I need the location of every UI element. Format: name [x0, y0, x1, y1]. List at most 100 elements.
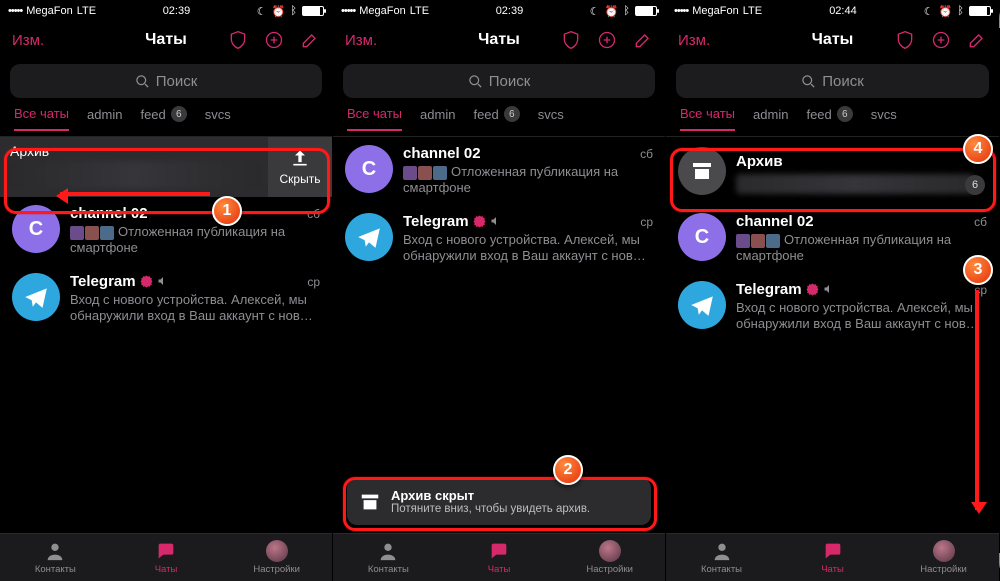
settings-avatar — [933, 540, 955, 562]
search-input[interactable]: Поиск — [10, 64, 322, 98]
folder-tabs: Все чаты admin feed6 svcs — [666, 106, 999, 137]
tutorial-canvas: ••••• MegaFon LTE 02:39 ☾ ⏰ ᛒ Изм. Чаты — [0, 0, 1000, 581]
chat-item-telegram[interactable]: Telegram ср Вход с нового устройства. Ал… — [666, 273, 999, 341]
shield-icon[interactable] — [228, 30, 248, 50]
step-badge-3: 3 — [963, 255, 993, 285]
signal-icon: ••••• — [8, 5, 22, 17]
archive-avatar — [678, 147, 726, 195]
search-icon — [468, 74, 483, 89]
signal-icon: ••••• — [674, 5, 688, 17]
status-bar: ••••• MegaFon LTE 02:39 ☾ ⏰ ᛒ — [0, 0, 332, 20]
chat-list: C channel 02 сб Отложенная публикация на… — [0, 197, 332, 332]
battery-icon — [969, 6, 991, 16]
compose-icon[interactable] — [633, 30, 653, 50]
avatar: C — [12, 205, 60, 253]
toast-subtitle: Потяните вниз, чтобы увидеть архив. — [391, 503, 590, 515]
contacts-icon — [44, 540, 66, 562]
chat-time: ср — [307, 275, 320, 289]
hide-archive-button[interactable]: Скрыть — [268, 137, 332, 197]
contacts-icon — [711, 540, 733, 562]
page-title: Чаты — [478, 31, 520, 49]
clock: 02:39 — [163, 5, 191, 17]
tab-contacts[interactable]: Контакты — [0, 534, 111, 581]
archive-row[interactable]: Архив 6 — [666, 137, 999, 205]
battery-icon — [302, 6, 324, 16]
tab-chats[interactable]: Чаты — [777, 534, 888, 581]
dnd-icon: ☾ — [257, 5, 267, 18]
mute-icon — [490, 215, 502, 227]
chats-icon — [155, 540, 177, 562]
unread-badge: 6 — [965, 175, 985, 195]
new-channel-icon[interactable] — [264, 30, 284, 50]
chat-list: C channel 02 сб Отложенная публикация на… — [666, 205, 999, 340]
avatar — [12, 273, 60, 321]
hide-icon — [290, 148, 310, 168]
edit-button[interactable]: Изм. — [345, 32, 377, 49]
carrier-label: MegaFon — [26, 5, 72, 17]
search-icon — [801, 74, 816, 89]
avatar — [678, 281, 726, 329]
bottom-tab-bar: Контакты Чаты Настройки — [0, 533, 332, 581]
tab-contacts[interactable]: Контакты — [666, 534, 777, 581]
tab-settings[interactable]: Настройки — [554, 534, 665, 581]
chat-preview: Отложенная публикация на смартфоне — [70, 224, 320, 257]
tab-svcs[interactable]: svcs — [205, 107, 231, 130]
shield-icon[interactable] — [895, 30, 915, 50]
compose-icon[interactable] — [967, 30, 987, 50]
tab-settings[interactable]: Настройки — [221, 534, 332, 581]
contacts-icon — [377, 540, 399, 562]
tab-chats[interactable]: Чаты — [111, 534, 222, 581]
archive-hidden-toast[interactable]: Архив скрыт Потяните вниз, чтобы увидеть… — [347, 478, 651, 525]
chat-name: Telegram — [70, 273, 169, 290]
tab-contacts[interactable]: Контакты — [333, 534, 444, 581]
tab-chats[interactable]: Чаты — [444, 534, 555, 581]
tab-feed[interactable]: feed6 — [140, 106, 186, 130]
nav-bar: Изм. Чаты — [0, 20, 332, 60]
step-badge-1: 1 — [212, 196, 242, 226]
compose-icon[interactable] — [300, 30, 320, 50]
edit-button[interactable]: Изм. — [678, 32, 710, 49]
search-input[interactable]: Поиск — [676, 64, 989, 98]
phone-screen-2: ••••• MegaFon LTE 02:39 ☾⏰ᛒ Изм. Чаты По… — [333, 0, 666, 581]
new-channel-icon[interactable] — [597, 30, 617, 50]
bluetooth-icon: ᛒ — [290, 5, 297, 17]
signal-icon: ••••• — [341, 5, 355, 17]
avatar — [345, 213, 393, 261]
nav-bar: Изм. Чаты — [333, 20, 665, 60]
chat-preview: Вход с нового устройства. Алексей, мы об… — [70, 292, 320, 325]
chat-item-telegram[interactable]: Telegram ср Вход с нового устройства. Ал… — [333, 205, 665, 273]
nav-bar: Изм. Чаты — [666, 20, 999, 60]
tab-feed[interactable]: feed6 — [806, 106, 852, 130]
shield-icon[interactable] — [561, 30, 581, 50]
tab-all-chats[interactable]: Все чаты — [14, 106, 69, 131]
telegram-icon — [356, 224, 382, 250]
chat-item-channel[interactable]: C channel 02 сб Отложенная публикация на… — [0, 197, 332, 265]
tab-admin[interactable]: admin — [753, 107, 788, 130]
chat-list: C channel 02 сб Отложенная публикация на… — [333, 137, 665, 272]
tab-admin[interactable]: admin — [420, 107, 455, 130]
settings-avatar — [266, 540, 288, 562]
status-bar: ••••• MegaFon LTE 02:39 ☾⏰ᛒ — [333, 0, 665, 20]
clock: 02:39 — [496, 5, 524, 17]
page-title: Чаты — [812, 31, 854, 49]
tab-feed[interactable]: feed6 — [473, 106, 519, 130]
tab-admin[interactable]: admin — [87, 107, 122, 130]
new-channel-icon[interactable] — [931, 30, 951, 50]
edit-button[interactable]: Изм. — [12, 32, 44, 49]
archive-icon — [690, 159, 714, 183]
search-placeholder: Поиск — [156, 73, 198, 90]
telegram-icon — [689, 292, 715, 318]
tab-settings[interactable]: Настройки — [888, 534, 999, 581]
tab-svcs[interactable]: svcs — [871, 107, 897, 130]
chat-item-channel[interactable]: C channel 02 сб Отложенная публикация на… — [666, 205, 999, 273]
chat-item-channel[interactable]: C channel 02 сб Отложенная публикация на… — [333, 137, 665, 205]
chat-item-telegram[interactable]: Telegram ср Вход с нового устройства. Ал… — [0, 265, 332, 333]
swipe-arrow — [60, 192, 210, 196]
search-icon — [135, 74, 150, 89]
tab-all-chats[interactable]: Все чаты — [680, 106, 735, 131]
tab-all-chats[interactable]: Все чаты — [347, 106, 402, 131]
chat-name: channel 02 — [70, 205, 148, 222]
search-input[interactable]: Поиск — [343, 64, 655, 98]
tab-svcs[interactable]: svcs — [538, 107, 564, 130]
page-title: Чаты — [145, 31, 187, 49]
